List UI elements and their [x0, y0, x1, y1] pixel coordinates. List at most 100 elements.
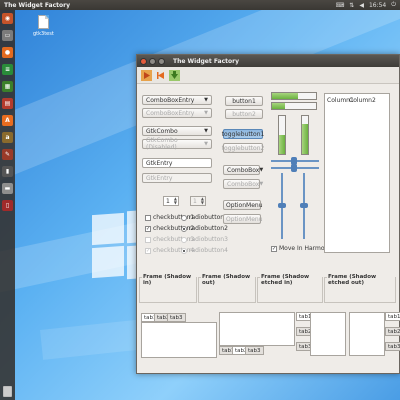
firefox-icon[interactable]: ● — [2, 47, 13, 58]
media-play-icon[interactable] — [141, 69, 152, 81]
button1-label: button1 — [232, 97, 256, 105]
calc-icon[interactable]: ▦ — [2, 81, 13, 92]
tree-view[interactable]: Column1 Column2 — [324, 93, 390, 253]
spin-value: 1 — [193, 197, 197, 205]
notebook-top-tab3[interactable]: tab3 — [167, 313, 186, 322]
radiobutton2-label: radiobutton2 — [189, 225, 228, 232]
button1[interactable]: button1 — [225, 96, 263, 106]
impress-icon[interactable]: ▤ — [2, 98, 13, 109]
desktop-file-label: gtk3test — [33, 31, 54, 37]
trash-icon[interactable] — [3, 386, 12, 397]
gtkentry-disabled: GtkEntry — [142, 173, 212, 183]
software-center-icon[interactable]: A — [2, 115, 13, 126]
checkbox[interactable]: ✓ — [145, 225, 151, 232]
notebook-right-tab1[interactable]: tab1 — [385, 312, 400, 321]
toolbar — [137, 67, 399, 84]
vscale-1-knob[interactable] — [278, 203, 286, 208]
amazon-icon[interactable]: a — [2, 132, 13, 143]
writer-icon[interactable]: ≡ — [2, 64, 13, 75]
dash-home-icon[interactable]: ◉ — [2, 13, 13, 24]
optionmenu-disabled-label: OptionMenu — [226, 215, 263, 223]
frame-shadow-etched-in: Frame (Shadow etched in) — [257, 274, 323, 303]
chevron-down-icon[interactable]: ▼ — [204, 97, 208, 103]
progress-fill — [272, 103, 286, 109]
active-app-title: The Widget Factory — [4, 1, 71, 9]
clock[interactable]: 16:54 — [369, 2, 386, 9]
button2: button2 — [225, 109, 263, 119]
togglebutton1[interactable]: togglebutton1 — [222, 129, 264, 139]
combobox-disabled: ComboBox ▼ — [223, 179, 264, 189]
settings-icon[interactable]: ✎ — [2, 149, 13, 160]
widget-factory-icon[interactable]: ▯ — [2, 200, 13, 211]
files-icon[interactable]: ▭ — [2, 30, 13, 41]
radiobutton2[interactable]: radiobutton2 — [181, 225, 228, 232]
gtkcombo[interactable]: GtkCombo ▼ — [142, 126, 212, 136]
desktop-file[interactable]: gtk3test — [33, 15, 54, 37]
combobox[interactable]: ComboBox ▼ — [223, 165, 263, 175]
chevron-down-icon: ▼ — [259, 181, 264, 187]
togglebutton2: togglebutton2 — [221, 143, 265, 153]
frame-shadow-etched-out: Frame (Shadow etched out) — [324, 274, 396, 303]
hscale-2-knob[interactable] — [291, 164, 297, 172]
chevron-down-icon[interactable]: ▼ — [204, 128, 208, 134]
window-titlebar[interactable]: The Widget Factory — [137, 55, 399, 67]
spin-value: 1 — [166, 197, 170, 205]
gtkcombo-disabled: GtkCombo (Disabled) ▼ — [142, 137, 212, 151]
radiobutton4-label: radiobutton4 — [189, 247, 228, 254]
disk-icon[interactable]: ▬ — [2, 183, 13, 194]
spin-button-2: 1 ▲ ▼ — [190, 196, 206, 206]
media-previous-icon[interactable] — [155, 70, 166, 81]
button2-label: button2 — [232, 110, 256, 118]
notebook-right-tab2[interactable]: tab2 — [385, 327, 400, 336]
combobox-text: ComboBox — [227, 166, 260, 174]
system-tray: ⌨ ⇅ ◀ 16:54 ⏻ — [336, 0, 396, 10]
radio — [181, 247, 187, 254]
close-icon[interactable] — [140, 57, 147, 65]
togglebutton2-label: togglebutton2 — [221, 144, 265, 152]
comboboxentry[interactable]: ComboBoxEntry ▼ — [142, 95, 212, 105]
vscale-2-knob[interactable] — [300, 203, 308, 208]
radio[interactable] — [181, 214, 187, 221]
top-panel: The Widget Factory ⌨ ⇅ ◀ 16:54 ⏻ — [0, 0, 400, 10]
chevron-down-icon: ▼ — [204, 110, 208, 116]
gtkentry[interactable]: GtkEntry — [142, 158, 212, 168]
frame-title: Frame (Shadow out) — [201, 274, 255, 286]
network-icon[interactable]: ⇅ — [349, 2, 354, 9]
progress-bar-horizontal-1 — [271, 92, 317, 100]
radiobutton1[interactable]: radiobutton1 — [181, 214, 228, 221]
frame-title: Frame (Shadow etched out) — [327, 274, 395, 286]
keyboard-icon[interactable]: ⌨ — [336, 2, 345, 9]
frame-title: Frame (Shadow in) — [142, 274, 196, 286]
maximize-icon[interactable] — [158, 57, 165, 65]
terminal-icon[interactable]: ▮ — [2, 166, 13, 177]
comboboxentry-disabled-text: ComboBoxEntry — [146, 109, 195, 117]
progress-bar-vertical-1 — [278, 115, 286, 155]
spin-arrows-icon: ▲ ▼ — [200, 196, 204, 205]
gtkentry-text: GtkEntry — [146, 159, 173, 167]
frame-shadow-out: Frame (Shadow out) — [198, 274, 256, 303]
widget-factory-window: The Widget Factory ComboBoxEntry ▼ ComboB… — [136, 54, 400, 374]
notebook-bottom-tab3[interactable]: tab3 — [245, 346, 264, 355]
spin-arrows-icon[interactable]: ▲ ▼ — [174, 197, 177, 205]
checkbox[interactable] — [145, 214, 151, 221]
move-in-harmony-check[interactable]: ✓ Move In Harmony — [271, 245, 332, 252]
chevron-down-icon[interactable]: ▼ — [259, 167, 263, 173]
gtkcombo-text: GtkCombo — [146, 127, 178, 135]
radiobutton4: radiobutton4 — [181, 247, 228, 254]
minimize-icon[interactable] — [149, 57, 156, 65]
progress-fill — [279, 135, 285, 154]
spin-button-1[interactable]: 1 ▲ ▼ — [163, 196, 179, 206]
checkbox[interactable]: ✓ — [271, 245, 277, 252]
gtkentry-disabled-text: GtkEntry — [146, 174, 173, 182]
optionmenu[interactable]: OptionMenu — [223, 200, 263, 210]
column-header-2[interactable]: Column2 — [349, 97, 376, 104]
progress-fill — [302, 123, 308, 154]
radio[interactable] — [181, 225, 187, 232]
go-down-icon[interactable] — [169, 69, 180, 81]
notebook-right-tab3[interactable]: tab3 — [385, 342, 400, 351]
radiobutton3: radiobutton3 — [181, 236, 228, 243]
power-icon[interactable]: ⏻ — [391, 1, 396, 9]
volume-icon[interactable]: ◀ — [359, 2, 364, 9]
comboboxentry-disabled: ComboBoxEntry ▼ — [142, 108, 212, 118]
progress-bar-vertical-2 — [301, 115, 309, 155]
